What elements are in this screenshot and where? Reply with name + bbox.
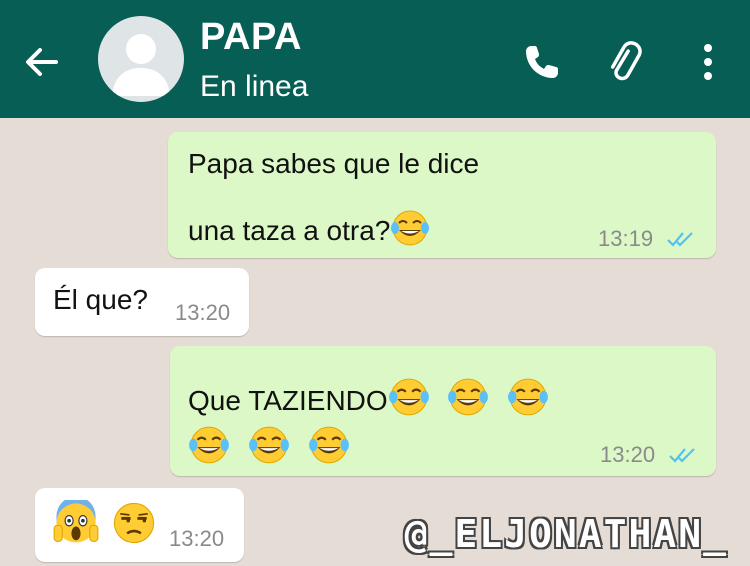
message-text: una taza a otra? bbox=[188, 215, 391, 246]
message-time: 13:20 bbox=[175, 300, 231, 325]
message-bubble-incoming[interactable]: 13:20 bbox=[35, 488, 244, 562]
chat-header: PAPA En linea bbox=[0, 0, 750, 118]
emoji-row bbox=[53, 496, 157, 553]
face-with-tears-of-joy-icon bbox=[388, 376, 430, 425]
phone-icon[interactable] bbox=[518, 38, 566, 86]
face-with-tears-of-joy-icon bbox=[390, 208, 430, 255]
paperclip-icon[interactable] bbox=[600, 38, 648, 86]
message-line: una taza a otra? bbox=[188, 208, 430, 255]
message-text: Que TAZIENDO bbox=[188, 385, 388, 416]
avatar-placeholder-icon bbox=[112, 34, 170, 96]
message-text: Él que? bbox=[53, 284, 148, 315]
double-check-read-icon bbox=[667, 232, 693, 247]
message-time: 13:20 bbox=[169, 526, 225, 551]
contact-status: En linea bbox=[200, 70, 309, 103]
message-time: 13:19 bbox=[598, 226, 654, 251]
face-with-tears-of-joy-icon bbox=[188, 424, 230, 473]
face-with-tears-of-joy-icon bbox=[248, 424, 290, 473]
face-with-tears-of-joy-icon bbox=[507, 376, 549, 425]
contact-name[interactable]: PAPA bbox=[200, 16, 302, 59]
double-check-read-icon bbox=[669, 448, 695, 463]
message-line: Que TAZIENDO bbox=[188, 376, 549, 425]
message-bubble-outgoing[interactable]: Papa sabes que le dice una taza a otra? … bbox=[168, 132, 716, 258]
emoji-row bbox=[188, 424, 350, 473]
avatar[interactable] bbox=[98, 16, 184, 102]
message-time: 13:20 bbox=[600, 442, 656, 467]
face-with-tears-of-joy-icon bbox=[447, 376, 489, 425]
watermark: @_ELJONATHAN_ bbox=[404, 512, 728, 556]
face-screaming-in-fear-icon bbox=[53, 496, 99, 553]
back-arrow-icon[interactable] bbox=[20, 40, 64, 84]
chat-area[interactable]: Papa sabes que le dice una taza a otra? … bbox=[0, 118, 750, 566]
message-bubble-outgoing[interactable]: Que TAZIENDO 13:20 bbox=[170, 346, 716, 476]
more-vert-icon[interactable] bbox=[684, 38, 732, 86]
message-bubble-incoming[interactable]: Él que? 13:20 bbox=[35, 268, 249, 336]
message-text: Papa sabes que le dice bbox=[188, 148, 480, 179]
unamused-face-icon bbox=[111, 500, 157, 553]
face-with-tears-of-joy-icon bbox=[308, 424, 350, 473]
